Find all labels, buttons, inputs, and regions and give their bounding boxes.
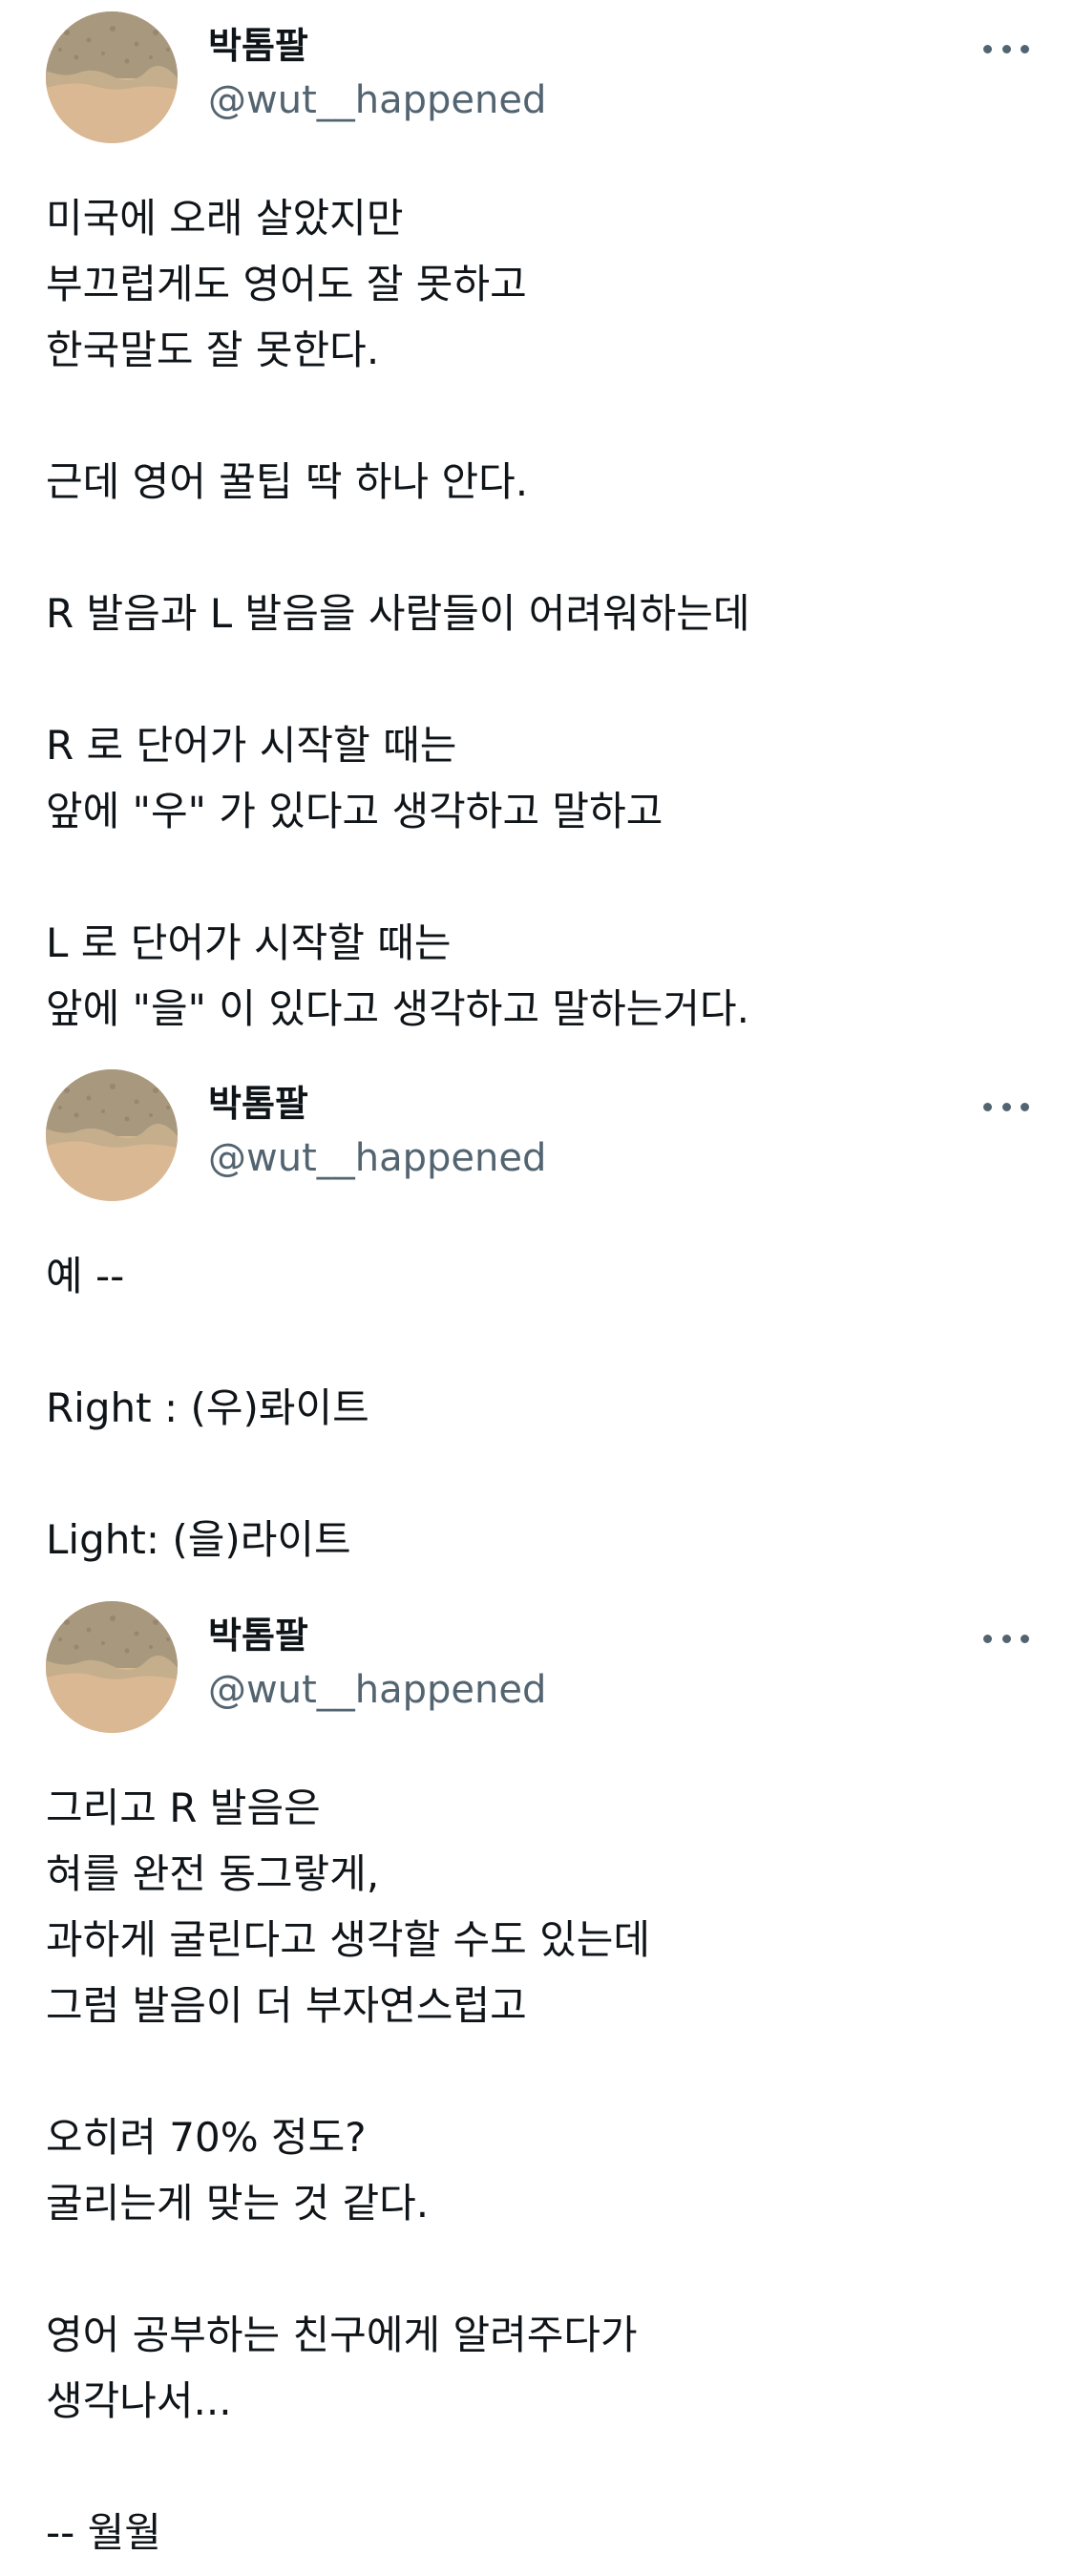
tweet-text: 미국에 오래 살았지만 부끄럽게도 영어도 잘 못하고 한국말도 잘 못한다. … <box>46 185 1039 1042</box>
tweet-text-line: 그럼 발음이 더 부자연스럽고 <box>46 1982 527 2029</box>
tweet-text-line: L 로 단어가 시작할 때는 <box>46 919 452 966</box>
tweet-text-line <box>46 646 1039 712</box>
tweet-text: 예 -- Right : (우)롸이트 Light: (을)라이트 <box>46 1243 1039 1573</box>
avatar[interactable] <box>46 1069 178 1201</box>
tweet-text-line: 영어 공부하는 친구에게 알려주다가 <box>46 2312 638 2358</box>
tweet-text-line <box>46 1441 1039 1507</box>
avatar-image <box>46 1069 178 1201</box>
user-handle[interactable]: @wut__happened <box>208 1666 546 1714</box>
tweet-text-line: 미국에 오래 살았지만 <box>46 195 404 242</box>
tweet-text-line: 과하게 굴린다고 생각할 수도 있는데 <box>46 1916 651 1963</box>
avatar[interactable] <box>46 11 178 143</box>
tweet-text-line <box>46 383 1039 449</box>
tweet-text-line: -- 월월 <box>46 2509 161 2556</box>
display-name[interactable]: 박톰팔 <box>208 1613 308 1658</box>
tweet-text-line: 오히려 70% 정도? <box>46 2114 367 2161</box>
tweet-text-line <box>46 1309 1039 1375</box>
tweet-text-line: 굴리는게 맞는 것 같다. <box>46 2180 430 2227</box>
user-handle[interactable]: @wut__happened <box>208 1134 546 1182</box>
tweet-text-line: 그리고 R 발음은 <box>46 1784 321 1831</box>
tweet-text-line: Right : (우)롸이트 <box>46 1384 369 1431</box>
tweet-text-line: 앞에 "을" 이 있다고 생각하고 말하는거다. <box>46 985 749 1032</box>
tweet-text-line: R 로 단어가 시작할 때는 <box>46 722 457 769</box>
user-handle[interactable]: @wut__happened <box>208 76 546 124</box>
tweet-text-line: 부끄럽게도 영어도 잘 못하고 <box>46 261 527 307</box>
tweet-text-line: 혀를 완전 동그랗게, <box>46 1850 380 1897</box>
display-name[interactable]: 박톰팔 <box>208 1081 308 1127</box>
tweet-text-line: 예 -- <box>46 1253 125 1299</box>
avatar-image <box>46 11 178 143</box>
tweet-text-line: Light: (을)라이트 <box>46 1516 351 1563</box>
more-options-icon[interactable] <box>983 1092 1029 1121</box>
tweet-text-line <box>46 2434 1039 2500</box>
tweet-text-line: 생각나서... <box>46 2377 232 2424</box>
tweet-text-line <box>46 2038 1039 2104</box>
avatar-image <box>46 1601 178 1733</box>
display-name[interactable]: 박톰팔 <box>208 23 308 69</box>
tweet-text-line: R 발음과 L 발음을 사람들이 어려워하는데 <box>46 590 750 637</box>
tweet-text-line: 근데 영어 꿀팁 딱 하나 안다. <box>46 458 529 505</box>
more-options-icon[interactable] <box>983 34 1029 63</box>
tweet-text: 그리고 R 발음은 혀를 완전 동그랗게, 과하게 굴린다고 생각할 수도 있는… <box>46 1775 1039 2565</box>
avatar[interactable] <box>46 1601 178 1733</box>
tweet-text-line <box>46 2236 1039 2302</box>
tweet-text-line: 앞에 "우" 가 있다고 생각하고 말하고 <box>46 788 663 834</box>
tweet-text-line <box>46 844 1039 910</box>
tweet-text-line <box>46 515 1039 581</box>
more-options-icon[interactable] <box>983 1624 1029 1653</box>
tweet-text-line: 한국말도 잘 못한다. <box>46 327 380 373</box>
